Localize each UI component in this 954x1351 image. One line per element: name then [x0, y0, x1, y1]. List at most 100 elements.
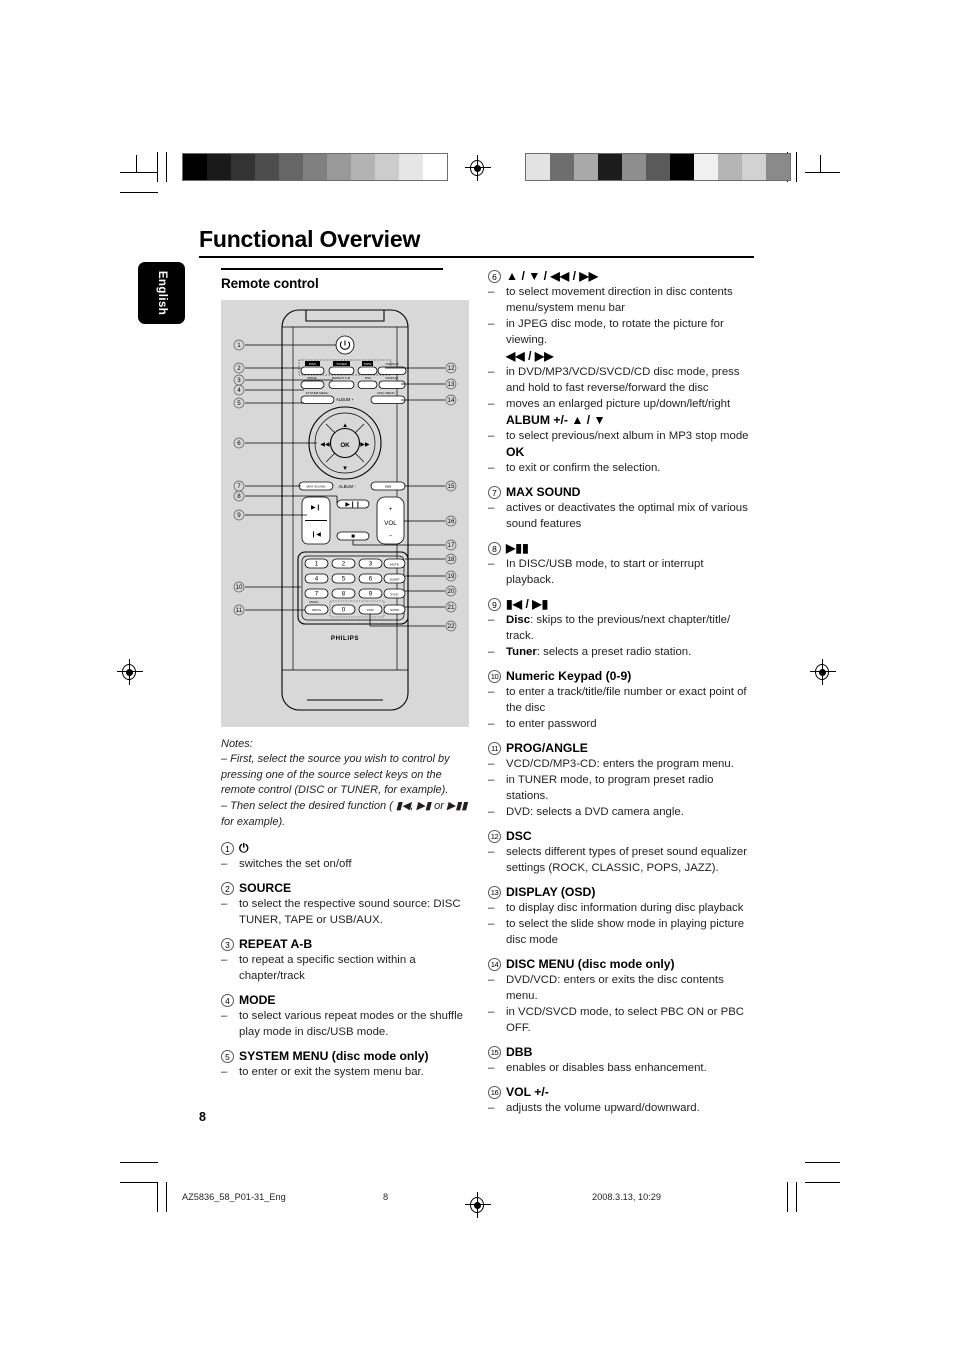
bullet-text: to select the respective sound source: D… [239, 898, 461, 927]
svg-text:SLEEP: SLEEP [390, 577, 400, 581]
grayscale-swatch [646, 154, 670, 180]
svg-text:OK: OK [340, 442, 350, 449]
entry-label: SOURCE [239, 881, 292, 896]
crop-mark-bl-h2 [120, 1182, 158, 1184]
left-entry-list: 1 ⏻ – switches the set on/off 2 SOURCE – to sel… [221, 840, 469, 1080]
entry-header: 11 PROG/ANGLE [488, 740, 754, 756]
svg-text:4: 4 [315, 575, 319, 582]
entry-header: 9 ▮◀ / ▶▮ [488, 596, 754, 612]
bullet-dash: – [488, 686, 495, 698]
feature-entry: 3 REPEAT A-B – to repeat a specific section… [221, 936, 469, 984]
entry-label: SYSTEM MENU (disc mode only) [239, 1049, 429, 1064]
notes-block: Notes: – First, select the source you wi… [221, 737, 469, 831]
svg-text:16: 16 [448, 518, 455, 525]
svg-text:▶❙: ▶❙ [311, 504, 321, 511]
svg-text:▶❙❙: ▶❙❙ [345, 501, 360, 508]
entry-callout-number: 2 [221, 882, 234, 896]
crop-mark-bl-v2 [166, 1182, 168, 1212]
note-item: – Then select the desired function ( ▮◀,… [221, 799, 468, 828]
bullet-dash: – [488, 502, 495, 514]
entry-bullet: – to select various repeat modes or the s… [221, 1008, 469, 1040]
svg-text:❙◀: ❙◀ [311, 531, 321, 538]
bullet-text: to enter or exit the system menu bar. [239, 1066, 424, 1079]
svg-text:■: ■ [351, 533, 355, 540]
feature-entry: 16 VOL +/- – adjusts the volume upward/down… [488, 1084, 754, 1116]
entry-header: 10 Numeric Keypad (0-9) [488, 668, 754, 684]
entry-bullet: – Disc: skips to the previous/next chapte… [488, 612, 754, 644]
entry-callout-number: 5 [221, 1050, 234, 1064]
svg-text:6: 6 [369, 575, 373, 582]
svg-text:MUTE: MUTE [390, 562, 399, 566]
entry-bullet: – to exit or confirm the selection. [488, 460, 754, 476]
entry-callout-number: 15 [488, 1046, 501, 1059]
svg-text:SURR: SURR [390, 608, 400, 612]
entry-bullet: – to enter a track/title/file number or e… [488, 684, 754, 716]
grayscale-swatch [207, 154, 231, 180]
grayscale-swatch [183, 154, 207, 180]
remote-function-row-2: SYSTEM MENU DISC MENU ALBUM + [300, 391, 406, 404]
grayscale-swatch [399, 154, 423, 180]
entry-callout-number: 12 [488, 830, 501, 843]
bullet-dash: – [488, 902, 495, 914]
svg-text:19: 19 [448, 573, 455, 580]
crop-mark-bl-h [120, 1162, 158, 1164]
svg-text:▼: ▼ [342, 465, 348, 472]
entry-bullet: – to select previous/next album in MP3 st… [488, 428, 754, 444]
bullet-dash: – [488, 774, 495, 786]
svg-text:TUNER: TUNER [336, 362, 347, 366]
svg-text:◀◀: ◀◀ [320, 441, 330, 448]
svg-text:8: 8 [342, 590, 346, 597]
entry-bullet: – in DVD/MP3/VCD/SVCD/CD disc mode, press… [488, 364, 754, 396]
right-entry-list: 6 ▲ / ▼ / ◀◀ / ▶▶ – to select movement dire… [488, 268, 754, 1116]
entry-label: ⏻ [239, 841, 249, 856]
entry-bullet: – to select the respective sound source: … [221, 896, 469, 928]
bullet-dash: – [488, 718, 495, 730]
entry-header: 13 DISPLAY (OSD) [488, 884, 754, 900]
entry-label: VOL +/- [506, 1085, 549, 1099]
grayscale-swatch [598, 154, 622, 180]
entry-sub-label: OK [506, 445, 525, 459]
entry-label: ▶▮▮ [506, 541, 529, 555]
entry-header: 1 ⏻ [221, 840, 469, 856]
bullet-text: Disc: skips to the previous/next chapter… [506, 614, 731, 642]
crop-mark-tl-v [136, 155, 138, 173]
entry-header: 2 SOURCE [221, 880, 469, 896]
feature-entry: 8 ▶▮▮ – In DISC/USB mode, to start or inter… [488, 540, 754, 588]
bullet-text: In DISC/USB mode, to start or interrupt … [506, 558, 704, 586]
svg-text:22: 22 [448, 623, 455, 630]
svg-text:USB/AUX: USB/AUX [385, 362, 399, 366]
svg-text:2: 2 [237, 365, 241, 372]
svg-text:VOL: VOL [384, 520, 397, 527]
entry-callout-number: 3 [221, 938, 234, 952]
svg-text:12: 12 [448, 365, 455, 372]
entry-header: 7 MAX SOUND [488, 484, 754, 500]
entry-bullet: – to select movement direction in disc co… [488, 284, 754, 316]
remote-sound-row: MAX SOUND DBB ALBUM - [298, 481, 406, 490]
bullet-text: actives or deactivates the optimal mix o… [506, 502, 748, 530]
bullet-dash: – [488, 646, 495, 658]
svg-text:PROG: PROG [312, 608, 322, 612]
crop-mark-tl-h2 [120, 192, 158, 194]
bullet-dash: – [488, 1006, 495, 1018]
grayscale-bar-right [525, 153, 791, 181]
svg-text:PROG: PROG [309, 600, 319, 604]
entry-label: DISPLAY (OSD) [506, 885, 596, 899]
document-page: Functional Overview English Remote contr… [0, 0, 954, 1351]
entry-label: DBB [506, 1045, 533, 1059]
grayscale-swatch [670, 154, 694, 180]
svg-text:6: 6 [237, 440, 241, 447]
note-item: – First, select the source you wish to c… [221, 753, 450, 797]
bullet-text: in TUNER mode, to program preset radio s… [506, 774, 714, 802]
bullet-text: to exit or confirm the selection. [506, 462, 661, 474]
entry-callout-number: 10 [488, 670, 501, 683]
remote-keypad: 1 2 3 MUTE 4 5 6 SLEEP 7 8 9 SYNC PROG P… [297, 551, 409, 625]
entry-label: MODE [239, 993, 276, 1008]
page-number: 8 [199, 1110, 206, 1124]
svg-text:ALBUM +: ALBUM + [336, 397, 355, 402]
bullet-text: to enter password [506, 718, 597, 730]
entry-bullet: – in VCD/SVCD mode, to select PBC ON or P… [488, 1004, 754, 1036]
bullet-dash: – [488, 430, 495, 442]
entry-bullet: – DVD: selects a DVD camera angle. [488, 804, 754, 820]
svg-text:5: 5 [237, 400, 241, 407]
bullet-text: adjusts the volume upward/downward. [506, 1102, 700, 1114]
